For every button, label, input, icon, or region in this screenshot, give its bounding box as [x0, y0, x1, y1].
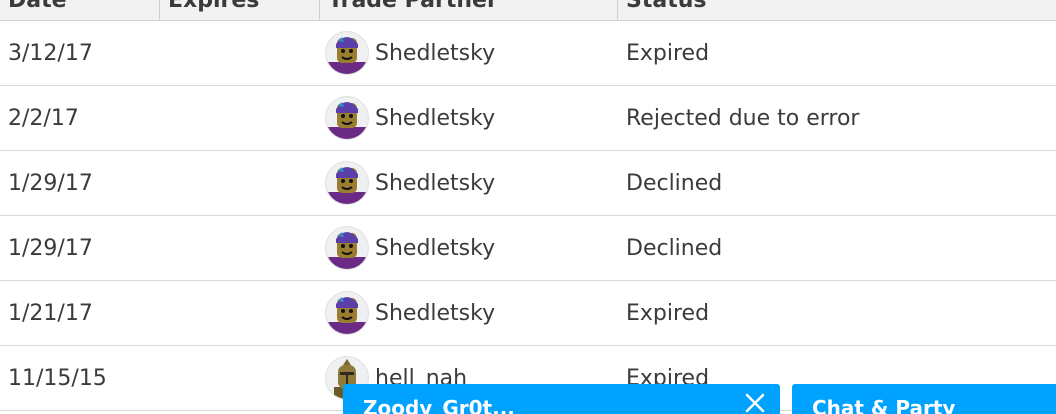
trade-partner[interactable]: Shedletsky [325, 21, 495, 85]
trade-partner[interactable]: Shedletsky [325, 216, 495, 280]
shedletsky-avatar-icon[interactable] [325, 31, 369, 75]
trade-date: 2/2/17 [8, 105, 79, 131]
table-row[interactable]: 1/29/17 Shedletsky Declined [0, 216, 1056, 281]
partner-name[interactable]: Shedletsky [375, 301, 495, 326]
partner-name[interactable]: Shedletsky [375, 236, 495, 261]
trade-date: 11/15/15 [8, 365, 107, 391]
header-trade-partner[interactable]: Trade Partner [328, 0, 498, 13]
partner-name[interactable]: Shedletsky [375, 106, 495, 131]
trade-status: Rejected due to error [626, 105, 860, 131]
trade-status: Expired [626, 40, 710, 66]
table-row[interactable]: 3/12/17 Shedletsky Expired [0, 21, 1056, 86]
table-row[interactable]: 1/21/17 Shedletsky Expired [0, 281, 1056, 346]
trade-date: 1/29/17 [8, 170, 93, 196]
trade-date: 1/21/17 [8, 300, 93, 326]
trade-status: Declined [626, 235, 723, 261]
column-divider [617, 0, 618, 20]
trade-partner[interactable]: Shedletsky [325, 86, 495, 150]
partner-name[interactable]: Shedletsky [375, 171, 495, 196]
chat-conversation-tab[interactable]: Zoody_Gr0t... [343, 384, 780, 414]
trade-date: 1/29/17 [8, 235, 93, 261]
conversation-title[interactable]: Zoody_Gr0t... [363, 396, 515, 414]
shedletsky-avatar-icon[interactable] [325, 161, 369, 205]
column-divider [159, 0, 160, 20]
trade-status: Expired [626, 300, 710, 326]
header-status[interactable]: Status [626, 0, 706, 13]
trade-date: 3/12/17 [8, 40, 93, 66]
shedletsky-avatar-icon[interactable] [325, 291, 369, 335]
column-divider [319, 0, 320, 20]
chat-party-tab[interactable]: Chat & Party [792, 384, 1056, 414]
header-expires[interactable]: Expires [168, 0, 259, 13]
table-row[interactable]: 2/2/17 Shedletsky Rejected due to error [0, 86, 1056, 151]
table-row[interactable]: 1/29/17 Shedletsky Declined [0, 151, 1056, 216]
table-header: Date Expires Trade Partner Status [0, 0, 1056, 21]
trade-status: Declined [626, 170, 723, 196]
trade-partner[interactable]: Shedletsky [325, 281, 495, 345]
header-date[interactable]: Date [8, 0, 67, 13]
trade-list: 3/12/17 Shedletsky Expired 2/2/17 Shedle… [0, 21, 1056, 411]
chat-party-label[interactable]: Chat & Party [812, 396, 955, 414]
trade-partner[interactable]: Shedletsky [325, 151, 495, 215]
shedletsky-avatar-icon[interactable] [325, 96, 369, 140]
partner-name[interactable]: Shedletsky [375, 41, 495, 66]
shedletsky-avatar-icon[interactable] [325, 226, 369, 270]
